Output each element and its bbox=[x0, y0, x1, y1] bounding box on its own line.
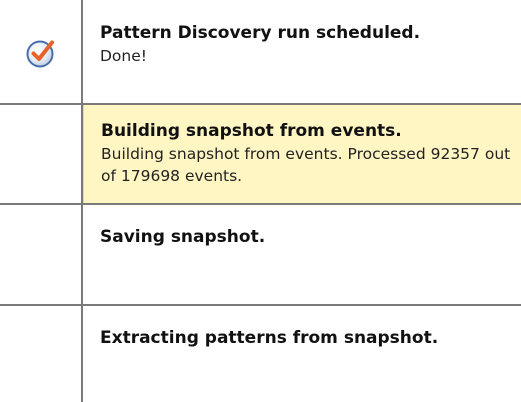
step-status-cell bbox=[0, 0, 83, 105]
step-content: Building snapshot from events. Building … bbox=[83, 105, 521, 204]
step-title: Building snapshot from events. bbox=[101, 121, 402, 141]
step-row-active: Building snapshot from events. Building … bbox=[0, 105, 521, 204]
step-title: Extracting patterns from snapshot. bbox=[100, 328, 439, 348]
step-status-cell bbox=[0, 305, 83, 402]
task-progress-panel: Pattern Discovery run scheduled. Done! B… bbox=[0, 0, 521, 402]
step-row: Saving snapshot. bbox=[0, 204, 521, 305]
step-title: Saving snapshot. bbox=[100, 227, 266, 247]
check-circle-icon bbox=[26, 40, 54, 68]
step-content: Extracting patterns from snapshot. bbox=[83, 305, 521, 402]
step-content: Saving snapshot. bbox=[83, 204, 521, 305]
step-description: Building snapshot from events. Processed… bbox=[101, 145, 511, 185]
step-title: Pattern Discovery run scheduled. bbox=[100, 23, 421, 43]
step-row: Extracting patterns from snapshot. bbox=[0, 305, 521, 402]
step-description: Done! bbox=[100, 47, 147, 65]
step-row: Pattern Discovery run scheduled. Done! bbox=[0, 0, 521, 105]
step-status-cell bbox=[0, 105, 83, 204]
step-content: Pattern Discovery run scheduled. Done! bbox=[83, 0, 521, 105]
step-status-cell bbox=[0, 204, 83, 305]
